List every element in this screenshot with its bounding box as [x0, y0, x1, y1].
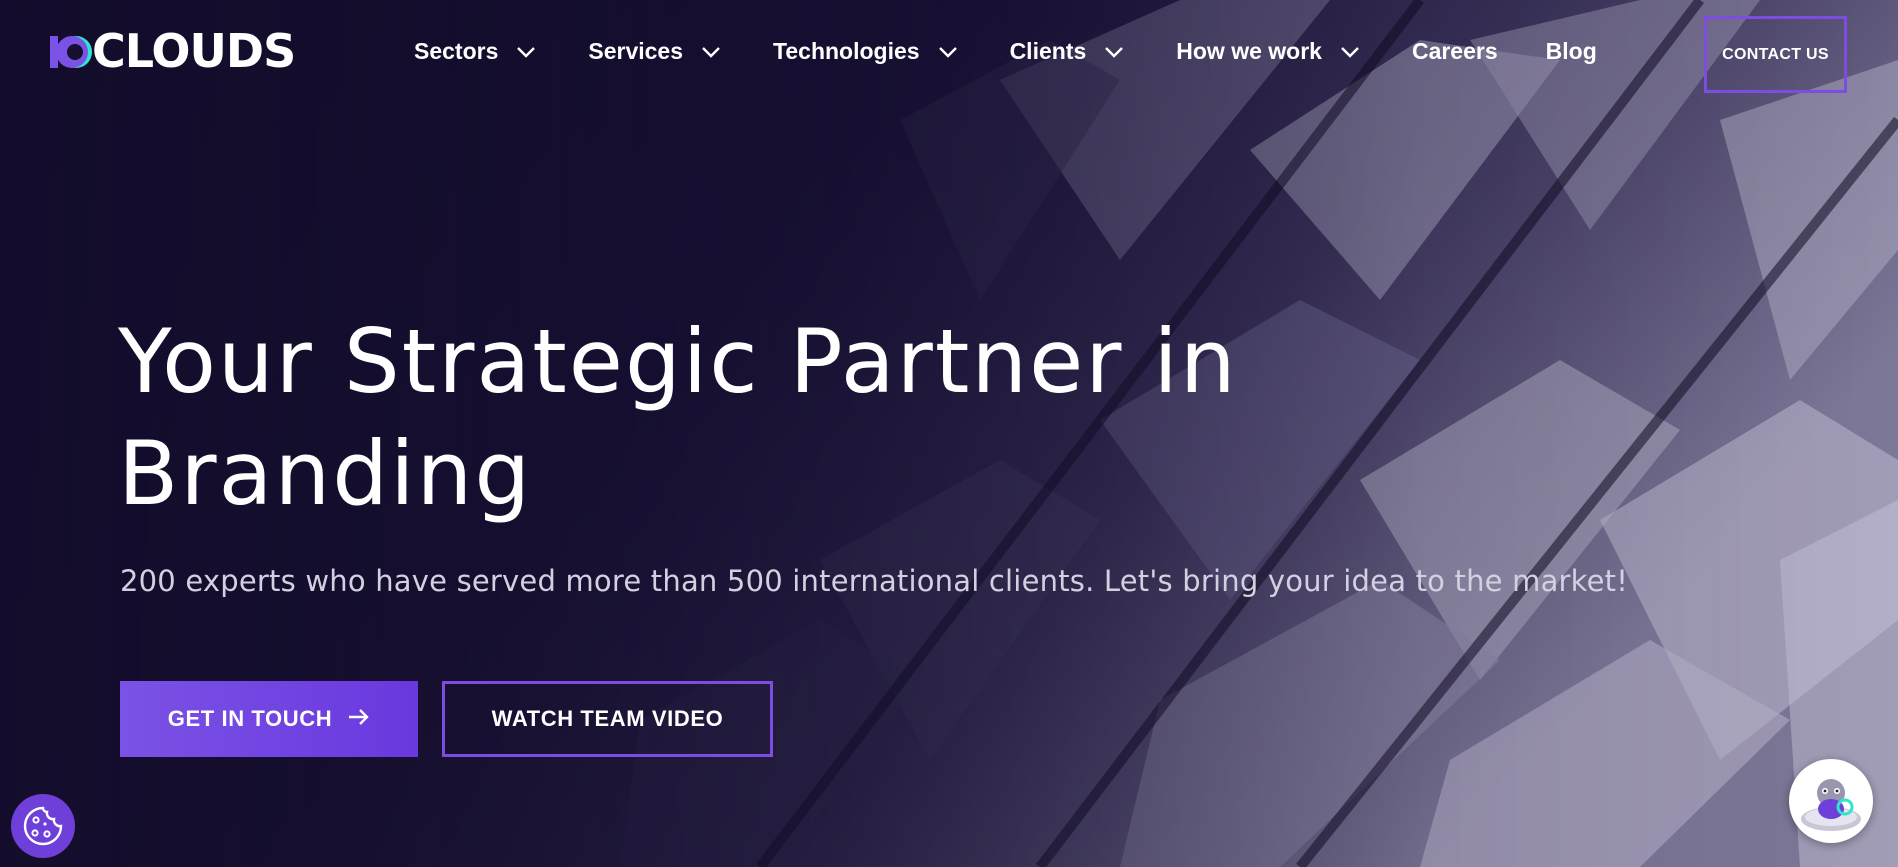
main-nav: Sectors Services Technologies Clients Ho… — [414, 38, 1597, 65]
get-in-touch-button[interactable]: GET IN TOUCH — [120, 681, 418, 757]
nav-item-label: Clients — [1009, 38, 1087, 64]
chevron-down-icon — [516, 46, 536, 58]
chevron-down-icon — [1340, 46, 1360, 58]
nav-item-technologies[interactable]: Technologies — [773, 38, 958, 65]
arrow-right-icon — [348, 706, 370, 732]
get-in-touch-label: GET IN TOUCH — [167, 706, 333, 731]
nav-item-label: Blog — [1545, 38, 1597, 64]
watch-team-video-button[interactable]: WATCH TEAM VIDEO — [442, 681, 773, 757]
site-logo[interactable]: CLOUDS — [48, 24, 296, 78]
hero-title-line-2: Branding — [118, 422, 533, 525]
hero-subtitle: 200 experts who have served more than 50… — [120, 564, 1629, 598]
cookie-settings-button[interactable] — [11, 794, 75, 858]
logo-mark-icon — [50, 36, 92, 68]
chevron-down-icon — [938, 46, 958, 58]
nav-item-label: Technologies — [773, 38, 920, 64]
nav-item-label: Careers — [1411, 38, 1498, 64]
nav-item-label: Services — [588, 38, 684, 64]
hero-title: Your Strategic Partner in Branding — [118, 306, 1318, 530]
chat-mascot-icon — [1801, 779, 1861, 831]
nav-item-services[interactable]: Services — [588, 38, 721, 65]
nav-item-blog[interactable]: Blog — [1546, 38, 1597, 65]
contact-us-button[interactable]: CONTACT US — [1704, 16, 1847, 93]
logo-text: CLOUDS — [92, 24, 296, 78]
nav-item-clients[interactable]: Clients — [1010, 38, 1125, 65]
nav-item-sectors[interactable]: Sectors — [414, 38, 536, 65]
hero-title-line-1: Your Strategic Partner in — [118, 310, 1238, 413]
nav-item-how-we-work[interactable]: How we work — [1176, 38, 1360, 65]
watch-team-video-label: WATCH TEAM VIDEO — [491, 706, 724, 731]
chevron-down-icon — [1104, 46, 1124, 58]
nav-item-label: Sectors — [414, 38, 499, 64]
nav-item-label: How we work — [1176, 38, 1322, 64]
cookie-icon — [23, 806, 63, 846]
nav-item-careers[interactable]: Careers — [1412, 38, 1498, 65]
chevron-down-icon — [701, 46, 721, 58]
chat-widget-button[interactable] — [1789, 759, 1873, 843]
